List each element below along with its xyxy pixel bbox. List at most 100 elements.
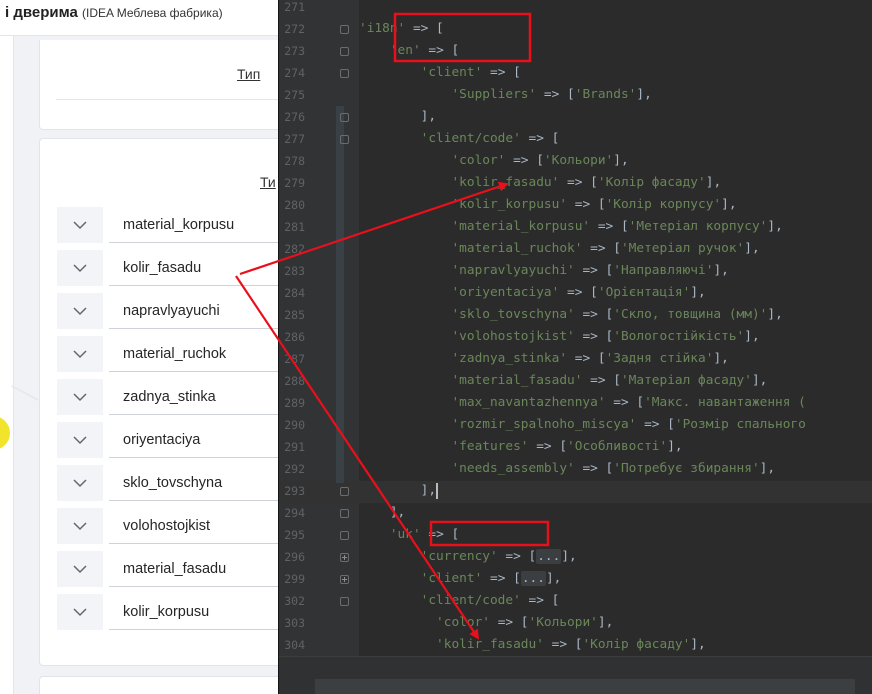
code-text[interactable]: 'oriyentaciya' => ['Орієнтація'], [359,282,705,304]
code-text[interactable]: 'material_ruchok' => ['Метеріал ручок'], [359,238,759,260]
expand-fold-icon[interactable] [340,575,349,584]
code-text[interactable]: 'color' => ['Кольори'], [359,612,613,634]
editor-scrollbar[interactable] [315,679,855,694]
fold-marker-icon[interactable] [340,597,349,606]
chevron-down-icon[interactable] [57,465,103,501]
field-name[interactable]: kolir_korpusu [109,594,278,630]
code-text[interactable]: 'features' => ['Особливості'], [359,436,682,458]
code-text[interactable]: 'kolir_fasadu' => ['Колір фасаду'], [359,172,721,194]
fold-marker-icon[interactable] [340,69,349,78]
code-text[interactable]: 'en' => [ [359,40,459,62]
code-line[interactable]: 275 'Suppliers' => ['Brands'], [279,84,872,106]
code-text[interactable]: 'rozmir_spalnoho_miscya' => ['Розмір спа… [359,414,805,436]
chevron-down-icon[interactable] [57,422,103,458]
code-line[interactable]: 278 'color' => ['Кольори'], [279,150,872,172]
code-text[interactable]: 'client' => [ [359,62,521,84]
code-text[interactable]: 'client/code' => [ [359,590,560,612]
code-text[interactable]: 'kolir_fasadu' => ['Колір фасаду'], [359,634,706,656]
expand-fold-icon[interactable] [340,553,349,562]
field-list: material_korpusu kolir_fasadu napravlyayuc… [57,207,278,637]
field-name[interactable]: volohostojkist [109,508,278,544]
code-text[interactable]: ], [359,502,405,524]
field-name[interactable]: material_korpusu [109,207,278,243]
code-text[interactable]: 'currency' => [...], [359,546,577,568]
chevron-down-icon[interactable] [57,336,103,372]
code-line[interactable]: 286 'volohostojkist' => ['Вологостійкіст… [279,326,872,348]
code-line[interactable]: 302 'client/code' => [ [279,590,872,612]
code-text[interactable]: 'Suppliers' => ['Brands'], [359,84,651,106]
code-line[interactable]: 271 [279,0,872,18]
code-line[interactable]: 291 'features' => ['Особливості'], [279,436,872,458]
field-name[interactable]: material_fasadu [109,551,278,587]
code-line[interactable]: 295 'uk' => [ [279,524,872,546]
code-line[interactable]: 276 ], [279,106,872,128]
code-line[interactable]: 274 'client' => [ [279,62,872,84]
chevron-down-icon[interactable] [57,379,103,415]
field-row: material_korpusu [57,207,278,250]
chevron-down-icon[interactable] [57,293,103,329]
code-text[interactable]: 'i18n' => [ [359,18,444,40]
code-text[interactable]: 'needs_assembly' => ['Потребує збирання'… [359,458,775,480]
code-text[interactable]: 'kolir_korpusu' => ['Колір корпусу'], [359,194,736,216]
chevron-down-icon[interactable] [57,250,103,286]
fold-marker-icon[interactable] [340,135,349,144]
field-name[interactable]: zadnya_stinka [109,379,278,415]
chevron-down-icon[interactable] [57,508,103,544]
line-number: 304 [284,638,305,652]
code-text[interactable]: 'uk' => [ [359,524,459,546]
code-text[interactable]: 'volohostojkist' => ['Вологостійкість'], [359,326,759,348]
code-line[interactable]: 288 'material_fasadu' => ['Матеріал фаса… [279,370,872,392]
code-text[interactable]: 'sklo_tovschyna' => ['Скло, товщина (мм)… [359,304,782,326]
code-text[interactable]: 'zadnya_stinka' => ['Задня стійка'], [359,348,728,370]
fold-marker-icon[interactable] [340,531,349,540]
code-line[interactable]: 303 'color' => ['Кольори'], [279,612,872,634]
code-text[interactable]: 'material_fasadu' => ['Матеріал фасаду']… [359,370,767,392]
field-name[interactable]: napravlyayuchi [109,293,278,329]
code-line[interactable]: 293 ], [279,480,872,502]
code-line[interactable]: 290 'rozmir_spalnoho_miscya' => ['Розмір… [279,414,872,436]
code-text[interactable]: 'color' => ['Кольори'], [359,150,628,172]
code-text[interactable]: 'napravlyayuchi' => ['Направляючі'], [359,260,728,282]
code-line[interactable]: 294 ], [279,502,872,524]
code-line[interactable]: 292 'needs_assembly' => ['Потребує збира… [279,458,872,480]
code-line[interactable]: 281 'material_korpusu' => ['Метеріал кор… [279,216,872,238]
fold-marker-icon[interactable] [340,113,349,122]
chevron-down-icon[interactable] [57,594,103,630]
type-link-main[interactable]: Ти [260,174,276,190]
type-link-top[interactable]: Тип [237,66,260,82]
code-text[interactable]: ], [359,480,439,502]
fold-marker-icon[interactable] [340,25,349,34]
page-title-text: і дверима [5,4,78,21]
code-line[interactable]: 299 'client' => [...], [279,568,872,590]
code-line[interactable]: 272 'i18n' => [ [279,18,872,40]
code-line[interactable]: 304 'kolir_fasadu' => ['Колір фасаду'], [279,634,872,656]
code-line[interactable]: 280 'kolir_korpusu' => ['Колір корпусу']… [279,194,872,216]
sidebar-toggle-button[interactable] [0,416,10,450]
chevron-down-icon[interactable] [57,207,103,243]
code-line[interactable]: 285 'sklo_tovschyna' => ['Скло, товщина … [279,304,872,326]
code-line[interactable]: 283 'napravlyayuchi' => ['Направляючі'], [279,260,872,282]
code-line[interactable]: 289 'max_navantazhennya' => ['Макс. нава… [279,392,872,414]
code-text[interactable]: 'client/code' => [ [359,128,560,150]
code-line[interactable]: 273 'en' => [ [279,40,872,62]
field-name[interactable]: oriyentaciya [109,422,278,458]
field-name[interactable]: material_ruchok [109,336,278,372]
code-text[interactable]: 'material_korpusu' => ['Метеріал корпусу… [359,216,782,238]
chevron-down-icon[interactable] [57,551,103,587]
code-line[interactable]: 287 'zadnya_stinka' => ['Задня стійка'], [279,348,872,370]
fold-marker-icon[interactable] [340,47,349,56]
code-text[interactable]: ], [359,106,436,128]
line-number: 289 [284,396,305,410]
code-line[interactable]: 279 'kolir_fasadu' => ['Колір фасаду'], [279,172,872,194]
code-line[interactable]: 282 'material_ruchok' => ['Метеріал ручо… [279,238,872,260]
code-text[interactable]: 'max_navantazhennya' => ['Макс. навантаж… [359,392,805,414]
code-text[interactable]: 'client' => [...], [359,568,561,590]
code-line[interactable]: 284 'oriyentaciya' => ['Орієнтація'], [279,282,872,304]
code-editor[interactable]: 271 272'i18n' => [273 'en' => [274 'clien… [278,0,872,694]
field-name[interactable]: kolir_fasadu [109,250,278,286]
fold-marker-icon[interactable] [340,509,349,518]
field-name[interactable]: sklo_tovschyna [109,465,278,501]
fold-marker-icon[interactable] [340,487,349,496]
code-line[interactable]: 296 'currency' => [...], [279,546,872,568]
code-line[interactable]: 277 'client/code' => [ [279,128,872,150]
